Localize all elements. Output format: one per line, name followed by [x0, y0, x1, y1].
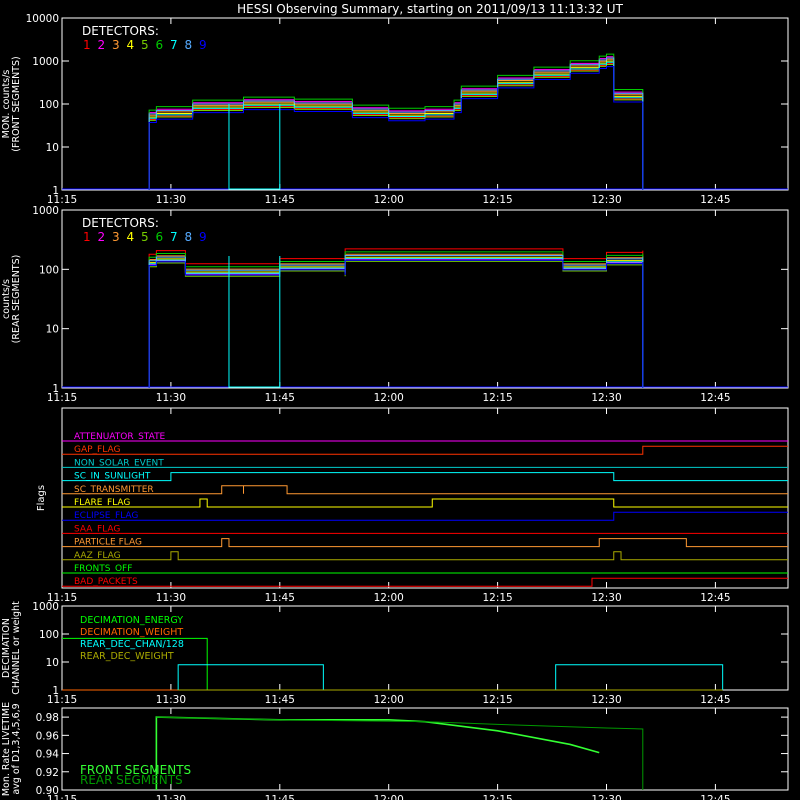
- decimation-legend: DECIMATION_ENERGY: [80, 615, 183, 626]
- detector-number: 8: [185, 38, 193, 52]
- x-tick-label: 12:30: [591, 392, 621, 404]
- flag-label: GAP_FLAG: [74, 445, 120, 455]
- flag-label: FLARE_FLAG: [74, 498, 130, 508]
- detector-number: 2: [98, 230, 106, 244]
- flag-label: SC_IN_SUNLIGHT: [74, 472, 151, 482]
- y-tick-label: 1000: [32, 56, 59, 68]
- x-tick-label: 11:30: [156, 392, 186, 404]
- x-tick-label: 11:30: [156, 694, 186, 706]
- x-tick-label: 12:15: [482, 694, 512, 706]
- detector-number: 4: [127, 230, 135, 244]
- x-tick-label: 12:00: [374, 392, 404, 404]
- detector-number: 6: [156, 38, 164, 52]
- x-tick-label: 12:15: [482, 194, 512, 206]
- detector-number: 2: [98, 38, 106, 52]
- flag-label: SC_TRANSMITTER: [74, 485, 154, 495]
- detector-number: 5: [141, 38, 149, 52]
- x-tick-label: 11:45: [265, 194, 295, 206]
- y-tick-label: 10: [46, 142, 59, 154]
- y-tick-label: 0.98: [36, 712, 59, 724]
- y-tick-label: 0.96: [36, 730, 60, 742]
- y-tick-label: 10: [46, 324, 59, 336]
- flag-label: PARTICLE FLAG: [74, 538, 142, 548]
- x-tick-label: 12:45: [700, 392, 730, 404]
- x-tick-label: 11:30: [156, 592, 186, 604]
- x-tick-label: 12:15: [482, 392, 512, 404]
- x-tick-label: 12:15: [482, 592, 512, 604]
- detector-number: 6: [156, 230, 164, 244]
- y-axis-label: Flags: [36, 485, 47, 511]
- decimation-legend: REAR_DEC_WEIGHT: [80, 651, 174, 662]
- x-tick-label: 12:45: [700, 794, 730, 800]
- x-tick-label: 12:45: [700, 694, 730, 706]
- x-tick-label: 11:45: [265, 794, 295, 800]
- y-tick-label: 10000: [26, 13, 59, 25]
- y-tick-label: 1: [52, 685, 59, 697]
- x-tick-label: 12:30: [591, 194, 621, 206]
- x-tick-label: 12:15: [482, 794, 512, 800]
- flag-label: ATTENUATOR_STATE: [74, 432, 166, 442]
- x-tick-label: 12:30: [591, 592, 621, 604]
- y-tick-label: 0.92: [36, 767, 59, 779]
- y-tick-label: 100: [39, 629, 59, 641]
- livetime-legend: REAR SEGMENTS: [80, 773, 183, 787]
- detector-number: 4: [127, 38, 135, 52]
- y-tick-label: 1000: [32, 601, 59, 613]
- detector-number: 7: [170, 38, 178, 52]
- x-tick-label: 11:45: [265, 592, 295, 604]
- detector-number: 5: [141, 230, 149, 244]
- detector-number: 8: [185, 230, 193, 244]
- detectors-label: DETECTORS:: [82, 24, 159, 38]
- decimation-legend: DECIMATION_WEIGHT: [80, 627, 183, 638]
- x-tick-label: 12:00: [374, 694, 404, 706]
- y-tick-label: 1: [52, 383, 59, 395]
- detector-number: 7: [170, 230, 178, 244]
- detector-number: 9: [199, 38, 207, 52]
- y-axis-label: (FRONT SEGMENTS): [11, 56, 22, 151]
- x-tick-label: 11:30: [156, 794, 186, 800]
- y-axis-label: CHANNEL or weight: [11, 601, 22, 695]
- y-tick-label: 1000: [32, 205, 59, 217]
- detector-number: 3: [112, 38, 120, 52]
- y-tick-label: 0.90: [36, 785, 59, 797]
- x-tick-label: 11:45: [265, 694, 295, 706]
- y-tick-label: 100: [39, 264, 59, 276]
- y-axis-label: (REAR SEGMENTS): [11, 255, 22, 344]
- x-tick-label: 12:30: [591, 794, 621, 800]
- x-tick-label: 11:45: [265, 392, 295, 404]
- y-axis-label: avg of D1,3,4,5,6,9: [11, 703, 22, 794]
- y-tick-label: 0.94: [36, 749, 60, 761]
- hessi-summary-figure: HESSI Observing Summary, starting on 201…: [0, 0, 800, 800]
- x-tick-label: 12:00: [374, 194, 404, 206]
- flag-label: AAZ_FLAG: [74, 551, 121, 561]
- x-tick-label: 12:30: [591, 694, 621, 706]
- figure-title: HESSI Observing Summary, starting on 201…: [237, 2, 623, 16]
- detector-number: 1: [83, 38, 91, 52]
- x-tick-label: 12:45: [700, 592, 730, 604]
- detector-number: 1: [83, 230, 91, 244]
- flag-label: SAA_FLAG: [74, 524, 120, 534]
- decimation-legend: REAR_DEC_CHAN/128: [80, 639, 184, 650]
- x-tick-label: 11:30: [156, 194, 186, 206]
- flag-label: FRONTS_OFF: [74, 564, 132, 574]
- detector-number: 9: [199, 230, 207, 244]
- flag-label: NON_SOLAR_EVENT: [74, 458, 164, 468]
- y-tick-label: 1: [52, 185, 59, 197]
- y-tick-label: 100: [39, 99, 59, 111]
- x-tick-label: 12:00: [374, 794, 404, 800]
- flag-label: BAD_PACKETS: [74, 577, 138, 587]
- detectors-label: DETECTORS:: [82, 216, 159, 230]
- y-tick-label: 10: [46, 657, 59, 669]
- x-tick-label: 12:00: [374, 592, 404, 604]
- flag-label: ECLIPSE_FLAG: [74, 511, 138, 521]
- detector-number: 3: [112, 230, 120, 244]
- x-tick-label: 12:45: [700, 194, 730, 206]
